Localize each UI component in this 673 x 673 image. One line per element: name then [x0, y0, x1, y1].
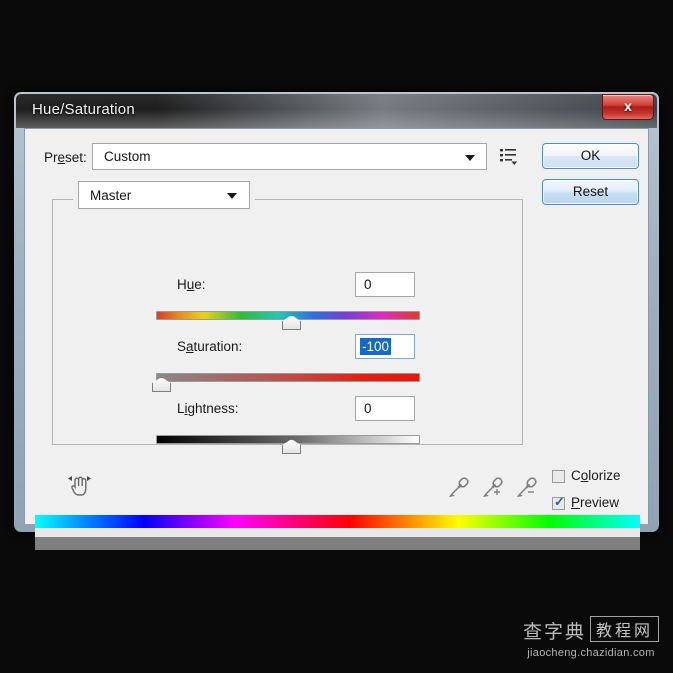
reset-button[interactable]: Reset [542, 179, 639, 205]
preview-label: Preview [571, 495, 620, 510]
ok-button[interactable]: OK [542, 143, 639, 169]
lightness-label: Lightness: [177, 401, 239, 416]
colorize-label: Colorize [571, 468, 621, 483]
watermark-brand: 查字典 教程网 [523, 616, 659, 644]
watermark-badge: 教程网 [589, 616, 659, 642]
eyedropper-add-icon[interactable] [481, 473, 507, 499]
on-image-adjustment-hand-icon[interactable] [65, 471, 97, 501]
saturation-label: Saturation: [177, 339, 243, 354]
close-icon: x [624, 98, 632, 114]
channel-dropdown[interactable]: Master [78, 181, 250, 209]
channel-value: Master [90, 188, 132, 203]
preset-value: Custom [104, 149, 151, 164]
hue-input[interactable]: 0 [355, 272, 415, 297]
source-spectrum-bar[interactable] [35, 515, 640, 528]
chevron-down-icon [465, 155, 475, 161]
lightness-input[interactable]: 0 [355, 396, 415, 421]
preset-dropdown[interactable]: Custom [92, 143, 487, 170]
lightness-value: 0 [364, 401, 372, 416]
watermark-url: jiaocheng.chazidian.com [527, 647, 655, 659]
preset-options-menu-icon[interactable] [498, 146, 518, 166]
color-spectrum-bars [35, 515, 640, 551]
dialog-title: Hue/Saturation [32, 101, 135, 118]
close-button[interactable]: x [602, 94, 654, 120]
hue-saturation-dialog: Hue/Saturation x Preset: Custom OK Reset [14, 92, 659, 550]
preview-checkbox[interactable]: ✓ [552, 494, 565, 510]
hue-label: Hue: [177, 277, 206, 292]
saturation-slider-track[interactable] [156, 373, 420, 382]
watermark: 查字典 教程网 jiaocheng.chazidian.com [523, 616, 659, 659]
dialog-body: Preset: Custom OK Reset Master Hue: 0 Sa… [24, 128, 649, 550]
preset-label: Preset: [44, 150, 87, 165]
eyedropper-subtract-icon[interactable] [515, 473, 541, 499]
chevron-down-icon [227, 193, 237, 199]
eyedropper-icon[interactable] [447, 473, 473, 499]
dialog-titlebar[interactable]: Hue/Saturation [16, 94, 657, 128]
checkmark-icon: ✓ [554, 494, 565, 509]
colorize-checkbox[interactable] [552, 470, 565, 483]
saturation-input[interactable]: -100 [355, 334, 415, 359]
hue-value: 0 [364, 277, 372, 292]
spectrum-gap [35, 528, 640, 537]
saturation-value: -100 [360, 338, 392, 355]
result-spectrum-bar[interactable] [35, 537, 640, 550]
